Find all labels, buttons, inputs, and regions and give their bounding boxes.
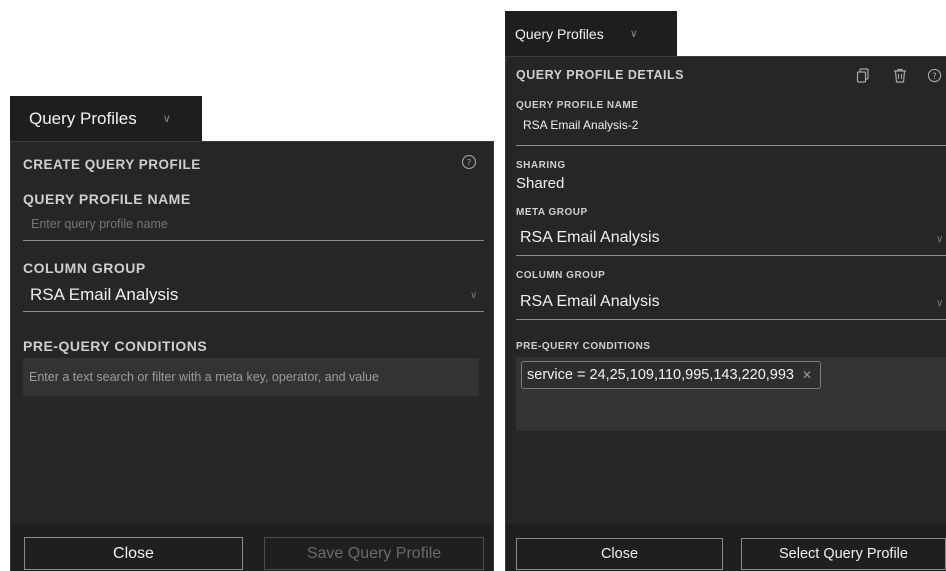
- meta-group-value: RSA Email Analysis: [520, 229, 660, 246]
- meta-group-underline: [516, 255, 946, 256]
- trash-icon[interactable]: [893, 68, 907, 89]
- select-query-profile-button[interactable]: Select Query Profile: [741, 538, 946, 570]
- column-group-value: RSA Email Analysis: [30, 285, 179, 304]
- chevron-down-icon: ∨: [936, 298, 944, 309]
- help-circle-icon[interactable]: ?: [461, 154, 477, 170]
- query-profile-name-label: QUERY PROFILE NAME: [23, 191, 191, 207]
- chevron-down-icon: ∨: [936, 234, 944, 245]
- name-underline: [23, 240, 484, 241]
- close-button[interactable]: Close: [24, 537, 243, 570]
- create-query-profile-panel: CREATE QUERY PROFILE ? QUERY PROFILE NAM…: [10, 141, 499, 571]
- column-group-underline: [516, 319, 946, 320]
- close-button[interactable]: Close: [516, 538, 723, 570]
- pre-query-conditions-box[interactable]: service = 24,25,109,110,995,143,220,993 …: [516, 357, 946, 431]
- tab-label: Query Profiles: [29, 108, 137, 128]
- column-group-label: COLUMN GROUP: [516, 270, 606, 281]
- svg-text:?: ?: [932, 71, 936, 81]
- chevron-down-icon: ∨: [629, 28, 638, 40]
- query-profiles-tab-left[interactable]: Query Profiles ∨: [10, 96, 202, 141]
- column-group-value: RSA Email Analysis: [520, 293, 660, 310]
- tab-label: Query Profiles: [515, 25, 604, 42]
- column-group-select[interactable]: RSA Email Analysis ∨: [23, 282, 484, 310]
- column-group-underline: [23, 311, 484, 312]
- help-circle-icon[interactable]: ?: [927, 68, 942, 88]
- save-query-profile-button[interactable]: Save Query Profile: [264, 537, 484, 570]
- panel-title: CREATE QUERY PROFILE: [23, 157, 201, 172]
- column-group-label: COLUMN GROUP: [23, 260, 146, 276]
- copy-icon[interactable]: [856, 68, 870, 89]
- pre-query-conditions-label: PRE-QUERY CONDITIONS: [23, 338, 208, 354]
- query-profile-name-label: QUERY PROFILE NAME: [516, 100, 639, 111]
- pre-query-conditions-label: PRE-QUERY CONDITIONS: [516, 341, 651, 352]
- query-profile-name-value[interactable]: RSA Email Analysis-2: [523, 118, 638, 132]
- sharing-label: SHARING: [516, 160, 566, 171]
- meta-group-label: META GROUP: [516, 207, 588, 218]
- query-profiles-tab-right[interactable]: Query Profiles ∨: [505, 11, 677, 56]
- pre-query-placeholder: Enter a text search or filter with a met…: [29, 370, 379, 384]
- panel-title: QUERY PROFILE DETAILS: [516, 68, 684, 82]
- query-profile-name-input[interactable]: [23, 214, 499, 234]
- close-icon[interactable]: ✕: [802, 368, 812, 382]
- chevron-down-icon: ∨: [162, 113, 171, 125]
- query-profile-details-panel: QUERY PROFILE DETAILS ? QUERY PROFILE NA…: [505, 56, 946, 571]
- sharing-value: Shared: [516, 175, 565, 192]
- svg-text:?: ?: [467, 159, 472, 169]
- name-underline: [516, 145, 946, 146]
- condition-pill-text: service = 24,25,109,110,995,143,220,993: [527, 367, 794, 383]
- column-group-select[interactable]: RSA Email Analysis ∨: [516, 289, 946, 317]
- pre-query-conditions-input[interactable]: Enter a text search or filter with a met…: [23, 358, 479, 396]
- chevron-down-icon: ∨: [470, 290, 478, 301]
- meta-group-select[interactable]: RSA Email Analysis ∨: [516, 225, 946, 253]
- condition-pill[interactable]: service = 24,25,109,110,995,143,220,993 …: [521, 361, 822, 389]
